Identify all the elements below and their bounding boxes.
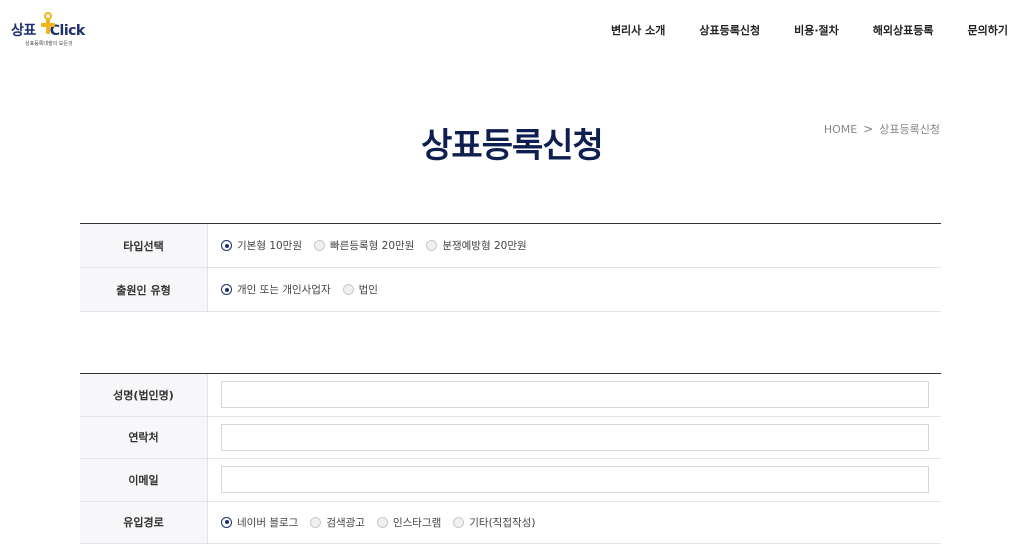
- radio-checked-icon: [221, 516, 232, 528]
- applicant-info-table: 성명(법인명) 연락처 이메일 유입경로 네이버 블로그 검색광고 인스타그램 …: [80, 373, 941, 544]
- radio-unchecked-icon: [314, 240, 325, 251]
- type-option-fast[interactable]: 빠른등록형 20만원: [314, 238, 414, 253]
- nav-item-cost-procedure[interactable]: 비용·절차: [794, 22, 839, 38]
- nav-item-attorney-intro[interactable]: 변리사 소개: [611, 22, 665, 38]
- logo-prefix: 상표: [11, 23, 36, 39]
- applicant-type-row: 출원인 유형 개인 또는 개인사업자 법인: [80, 268, 941, 312]
- name-input[interactable]: [221, 381, 929, 409]
- phone-input[interactable]: [221, 423, 929, 451]
- breadcrumb-current: 상표등록신청: [879, 123, 940, 136]
- type-option-basic[interactable]: 기본형 10만원: [221, 238, 302, 253]
- radio-checked-icon: [221, 284, 232, 295]
- radio-checked-icon: [221, 240, 232, 251]
- name-row: 성명(법인명): [80, 374, 941, 417]
- applicant-type-individual[interactable]: 개인 또는 개인사업자: [221, 282, 331, 297]
- radio-unchecked-icon: [310, 516, 322, 528]
- radio-unchecked-icon: [376, 516, 388, 528]
- type-selection-table: 타입선택 기본형 10만원 빠른등록형 20만원 분쟁예방형 20만원 출원인 …: [80, 223, 941, 312]
- name-label: 성명(법인명): [80, 374, 208, 416]
- type-radio-group: 기본형 10만원 빠른등록형 20만원 분쟁예방형 20만원: [208, 224, 941, 267]
- logo-plus-icon: [41, 12, 55, 36]
- name-field-cell: [208, 374, 941, 416]
- nav-item-overseas-trademark[interactable]: 해외상표등록: [873, 22, 934, 38]
- source-label: 유입경로: [80, 501, 208, 543]
- chevron-right-icon: >: [863, 122, 874, 136]
- breadcrumb: HOME > 상표등록신청: [824, 121, 940, 137]
- site-header: 상표 Click 상표등록대행의 모든것 변리사 소개 상표등록신청 비용·절차 …: [0, 0, 1024, 60]
- logo-tagline: 상표등록대행의 모든것: [25, 41, 73, 47]
- type-label: 타입선택: [80, 224, 208, 267]
- type-row: 타입선택 기본형 10만원 빠른등록형 20만원 분쟁예방형 20만원: [80, 224, 941, 268]
- nav-item-contact[interactable]: 문의하기: [968, 22, 1008, 38]
- email-label: 이메일: [80, 459, 208, 501]
- site-logo[interactable]: 상표 Click 상표등록대행의 모든것: [11, 12, 95, 48]
- applicant-type-label: 출원인 유형: [80, 268, 208, 311]
- phone-row: 연락처: [80, 416, 941, 459]
- nav-item-trademark-apply[interactable]: 상표등록신청: [699, 22, 760, 38]
- breadcrumb-home[interactable]: HOME: [824, 123, 857, 136]
- source-option-naver-blog[interactable]: 네이버 블로그: [221, 515, 298, 530]
- email-field-cell: [208, 459, 941, 501]
- radio-unchecked-icon: [426, 240, 438, 251]
- source-option-instagram[interactable]: 인스타그램: [376, 515, 441, 530]
- email-input[interactable]: [221, 466, 929, 494]
- source-row: 유입경로 네이버 블로그 검색광고 인스타그램 기타(직접작성): [80, 501, 941, 544]
- type-option-dispute-prevention[interactable]: 분쟁예방형 20만원: [426, 238, 527, 253]
- radio-unchecked-icon: [342, 284, 354, 295]
- phone-label: 연락처: [80, 416, 208, 458]
- main-nav: 변리사 소개 상표등록신청 비용·절차 해외상표등록 문의하기: [577, 22, 1008, 38]
- logo-suffix: Click: [49, 23, 85, 39]
- source-radio-group: 네이버 블로그 검색광고 인스타그램 기타(직접작성): [208, 502, 941, 544]
- source-option-search-ad[interactable]: 검색광고: [310, 515, 365, 530]
- applicant-type-radio-group: 개인 또는 개인사업자 법인: [208, 268, 941, 311]
- email-row: 이메일: [80, 459, 941, 502]
- phone-field-cell: [208, 417, 941, 459]
- applicant-type-corporation[interactable]: 법인: [342, 282, 378, 297]
- source-option-other[interactable]: 기타(직접작성): [453, 515, 535, 530]
- radio-unchecked-icon: [453, 516, 465, 528]
